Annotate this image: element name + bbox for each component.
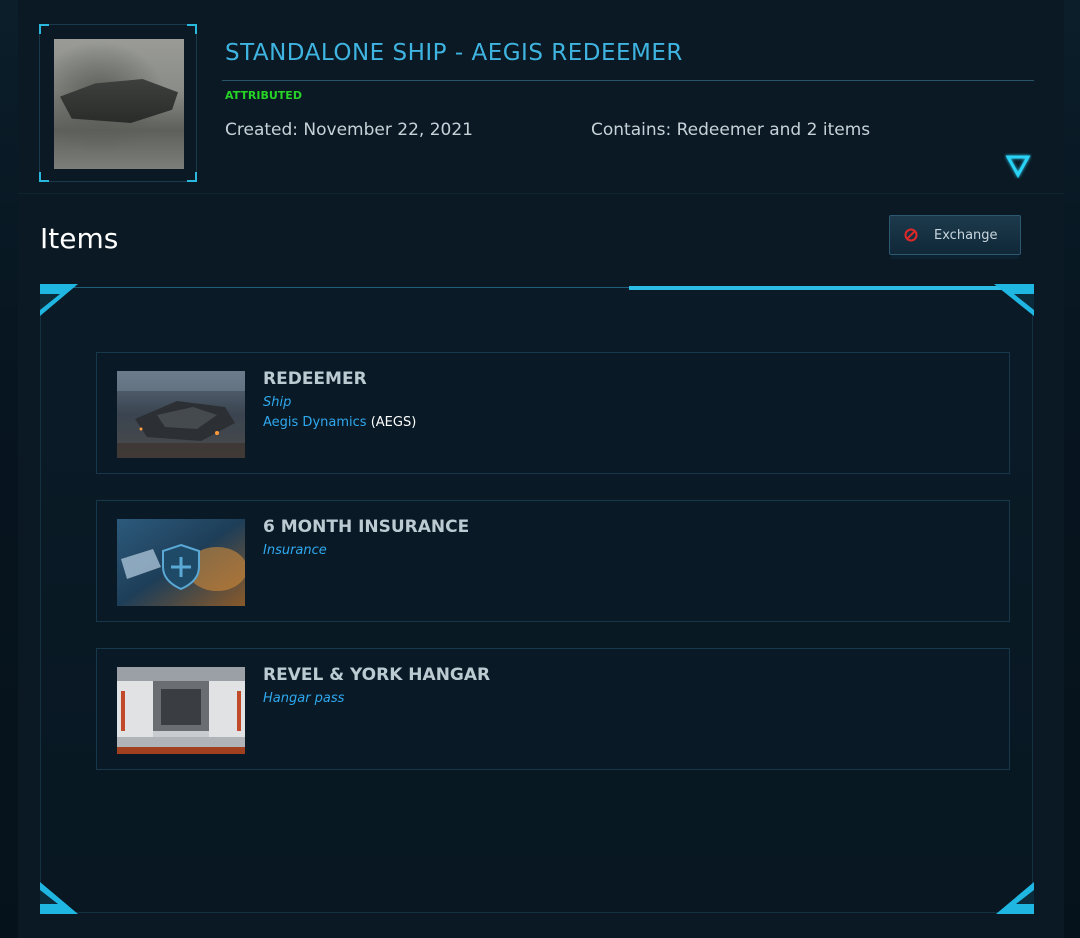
corner-accent-top-left — [40, 284, 78, 316]
pledge-thumbnail-frame[interactable] — [39, 24, 197, 182]
item-manufacturer: Aegis Dynamics (AEGS) — [263, 415, 416, 430]
exchange-button[interactable]: Exchange — [889, 215, 1021, 255]
corner-accent-top-right — [994, 284, 1034, 316]
list-item[interactable]: 6 MONTH INSURANCE Insurance — [96, 500, 1010, 622]
pledge-thumbnail-image — [54, 39, 184, 169]
list-item[interactable]: REDEEMER Ship Aegis Dynamics (AEGS) — [96, 352, 1010, 474]
hangar-thumbnail — [117, 667, 245, 754]
redeemer-thumbnail — [117, 371, 245, 458]
insurance-thumbnail — [117, 519, 245, 606]
item-title: REDEEMER — [263, 369, 367, 389]
no-entry-icon — [904, 228, 918, 242]
triangle-down-icon[interactable] — [1004, 153, 1032, 179]
item-type: Insurance — [263, 543, 327, 558]
status-badge: ATTRIBUTED — [225, 89, 302, 102]
created-date: Created: November 22, 2021 — [225, 120, 473, 140]
list-item[interactable]: REVEL & YORK HANGAR Hangar pass — [96, 648, 1010, 770]
header-separator — [18, 193, 1064, 194]
panel-top-accent — [629, 286, 1033, 290]
exchange-label: Exchange — [934, 227, 998, 243]
item-type: Ship — [263, 395, 292, 410]
items-heading: Items — [40, 222, 119, 255]
pledge-title: STANDALONE SHIP - AEGIS REDEEMER — [225, 40, 683, 66]
manufacturer-code: (AEGS) — [370, 415, 417, 430]
corner-accent-bottom-left — [40, 882, 78, 914]
contains-summary: Contains: Redeemer and 2 items — [591, 120, 871, 140]
item-title: REVEL & YORK HANGAR — [263, 665, 491, 685]
item-type: Hangar pass — [263, 691, 345, 706]
title-divider — [222, 80, 1034, 81]
page: STANDALONE SHIP - AEGIS REDEEMER ATTRIBU… — [0, 0, 1080, 938]
manufacturer-name: Aegis Dynamics — [263, 415, 367, 430]
item-title: 6 MONTH INSURANCE — [263, 517, 470, 537]
corner-accent-bottom-right — [996, 882, 1034, 914]
